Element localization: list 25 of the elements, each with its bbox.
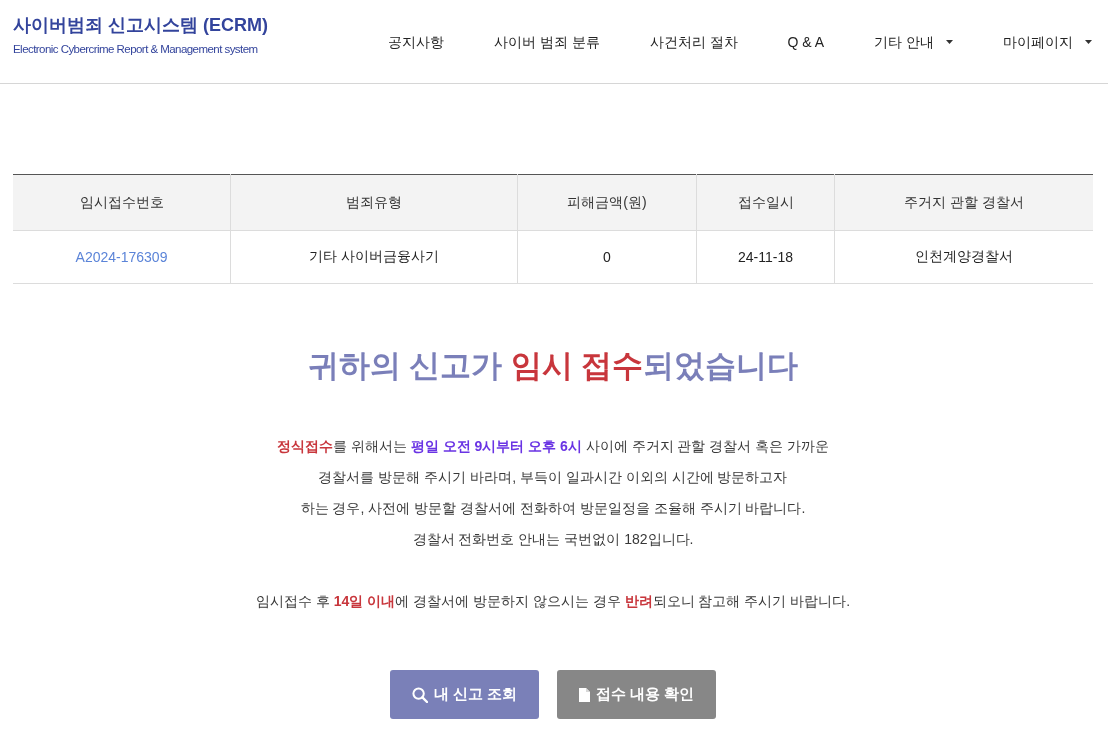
- check-receipt-button[interactable]: 접수 내용 확인: [557, 670, 717, 719]
- table-cell: 24-11-18: [696, 230, 835, 284]
- table-cell: 인천계양경찰서: [834, 230, 1093, 284]
- column-header: 주거지 관할 경찰서: [834, 174, 1093, 231]
- column-header: 범죄유형: [230, 174, 518, 231]
- receipt-number-link[interactable]: A2024-176309: [75, 249, 168, 265]
- nav-link[interactable]: 사이버 범죄 분류: [493, 31, 600, 52]
- nav-link[interactable]: 기타 안내: [874, 31, 953, 52]
- column-header: 임시접수번호: [13, 174, 231, 231]
- nav-link[interactable]: 마이페이지: [1003, 31, 1092, 52]
- search-icon: [411, 686, 428, 703]
- nav-link[interactable]: 공지사항: [387, 31, 444, 52]
- nav-link[interactable]: Q & A: [787, 31, 825, 52]
- notice-paragraph: 정식접수를 위해서는 평일 오전 9시부터 오후 6시 사이에 주거지 관할 경찰서 혹은 가까운 경찰서를 방문해 주시기 바라며, 부득이 일과시간 이외의 시간에 방문하고자 하는 경우, 사전에 방문할 경찰서에 전화하여 방문일정을 조율해 주시기 바랍니다. 경찰서 전화번호 안내는 국번없이 182입니다.: [275, 437, 831, 549]
- table-cell: 기타 사이버금융사기: [230, 230, 518, 284]
- table-cell: 0: [517, 230, 697, 284]
- site-title[interactable]: 사이버범죄 신고시스템 (ECRM): [13, 12, 268, 38]
- column-header: 접수일시: [696, 174, 835, 231]
- warning-paragraph: 임시접수 후 14일 이내에 경찰서에 방문하지 않으시는 경우 반려 되오니 참고해 주시기 바랍니다.: [254, 592, 852, 611]
- nav-link[interactable]: 사건처리 절차: [649, 31, 738, 52]
- site-subtitle: Electronic Cybercrime Report & Management system: [13, 42, 258, 57]
- document-icon: [579, 687, 590, 702]
- search-report-button[interactable]: 내 신고 조회: [389, 670, 539, 719]
- confirmation-heading: 귀하의 신고가 임시 접수되었습니다: [306, 347, 800, 385]
- column-header: 피해금액(원): [517, 174, 697, 231]
